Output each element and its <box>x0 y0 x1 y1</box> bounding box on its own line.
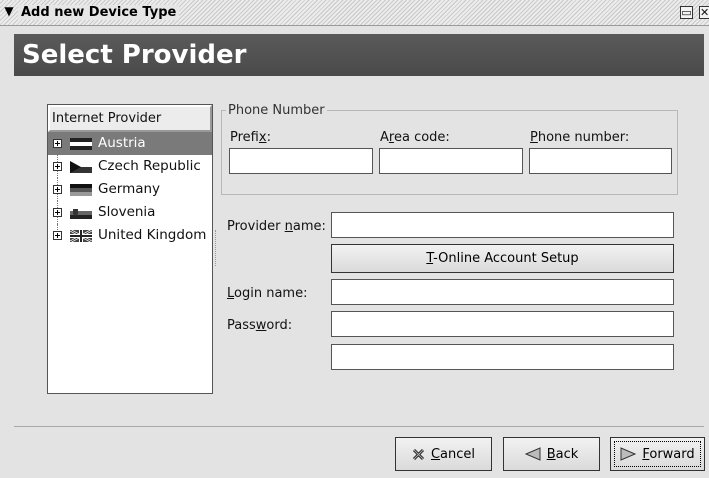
tree-item-label: Austria <box>98 135 146 151</box>
maximize-icon[interactable]: ▭ <box>680 6 693 19</box>
forward-button[interactable]: Forward <box>610 437 705 471</box>
phone-number-input[interactable] <box>529 148 672 174</box>
tree-item-label: Slovenia <box>98 204 156 220</box>
provider-name-label: Provider name: <box>227 219 326 234</box>
tree-item-label: Germany <box>98 181 161 197</box>
austria-flag-icon <box>70 138 92 150</box>
cancel-icon <box>412 448 425 460</box>
uk-flag-icon <box>70 230 92 242</box>
expand-icon[interactable] <box>53 162 62 171</box>
prefix-input[interactable] <box>229 148 373 174</box>
password-input[interactable] <box>331 311 674 337</box>
tree-item-czech-republic[interactable]: Czech Republic <box>48 155 212 178</box>
phone-number-label: Phone number: <box>530 130 630 145</box>
back-arrow-icon <box>524 447 541 461</box>
t-online-account-setup-button[interactable]: T-Online Account Setup <box>331 244 674 273</box>
dialog-window: ▼ Add new Device Type ▭ ✕ Select Provide… <box>0 0 709 478</box>
t-online-button-label: T-Online Account Setup <box>426 251 579 266</box>
tree-item-label: Czech Republic <box>98 158 201 174</box>
login-name-input[interactable] <box>331 279 674 305</box>
back-button-label: Back <box>546 446 579 462</box>
forward-button-label: Forward <box>642 446 695 462</box>
cancel-button-label: Cancel <box>430 446 476 462</box>
area-code-label: Area code: <box>380 130 450 145</box>
chevron-down-icon[interactable]: ▼ <box>2 4 16 18</box>
provider-tree[interactable]: Internet Provider Austria Czech Republic… <box>47 104 213 394</box>
cancel-button[interactable]: Cancel <box>395 437 492 471</box>
close-icon[interactable]: ✕ <box>699 6 709 19</box>
window-title: Add new Device Type <box>18 5 180 20</box>
provider-name-input[interactable] <box>331 212 674 238</box>
phone-number-legend: Phone Number <box>228 103 325 118</box>
tree-column-header[interactable]: Internet Provider <box>48 105 212 132</box>
expand-icon[interactable] <box>53 185 62 194</box>
tree-item-label: United Kingdom <box>98 227 207 243</box>
expand-icon[interactable] <box>53 231 62 240</box>
czech-flag-icon <box>70 161 92 173</box>
germany-flag-icon <box>70 184 92 196</box>
login-name-label: Login name: <box>227 286 308 301</box>
page-title: Select Provider <box>14 34 704 76</box>
expand-icon[interactable] <box>53 139 62 148</box>
back-button[interactable]: Back <box>503 437 600 471</box>
tree-item-germany[interactable]: Germany <box>48 178 212 201</box>
area-code-input[interactable] <box>379 148 523 174</box>
tree-item-austria[interactable]: Austria <box>48 132 212 155</box>
title-bar[interactable]: ▼ Add new Device Type ▭ ✕ <box>0 0 709 26</box>
tree-item-slovenia[interactable]: Slovenia <box>48 201 212 224</box>
password-confirm-input[interactable] <box>331 344 674 370</box>
password-label: Password: <box>227 318 293 333</box>
prefix-label: Prefix: <box>230 130 271 145</box>
expand-icon[interactable] <box>53 208 62 217</box>
forward-arrow-icon <box>620 447 637 461</box>
slovenia-flag-icon <box>70 207 92 219</box>
pane-splitter[interactable] <box>215 230 220 266</box>
tree-item-united-kingdom[interactable]: United Kingdom <box>48 224 212 247</box>
